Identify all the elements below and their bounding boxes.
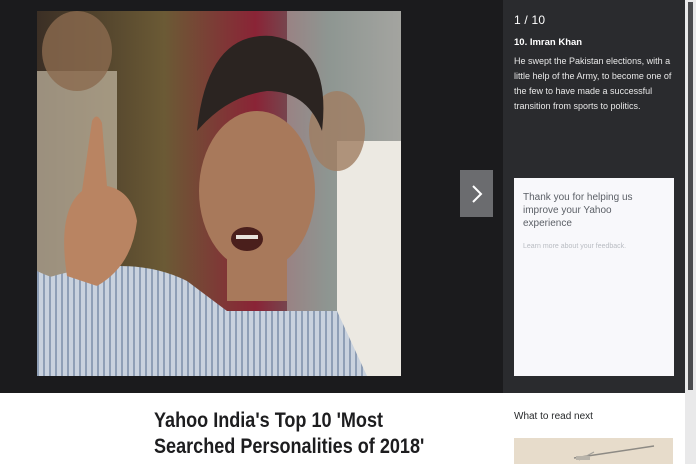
feedback-panel: Thank you for helping us improve your Ya… <box>514 178 674 376</box>
slide-description: He swept the Pakistan elections, with a … <box>514 56 672 111</box>
next-slide-button[interactable] <box>460 170 493 217</box>
slide-counter: 1 / 10 <box>514 13 546 27</box>
slide-photo <box>37 11 401 376</box>
read-next-heading: What to read next <box>514 411 593 422</box>
slide-photo-image <box>37 11 401 376</box>
slideshow-viewer: 1 / 10 10. Imran Khan He swept the Pakis… <box>0 0 696 393</box>
read-next-thumbnail[interactable] <box>514 438 673 464</box>
page-scrollbar[interactable] <box>685 0 696 464</box>
scrollbar-thumb[interactable] <box>688 2 693 390</box>
chevron-right-icon <box>471 184 482 203</box>
feedback-message: Thank you for helping us improve your Ya… <box>523 192 633 229</box>
article-headline: Yahoo India's Top 10 'Most Searched Pers… <box>154 409 425 458</box>
feedback-learn-more-link[interactable]: Learn more about your feedback. <box>523 243 626 250</box>
read-next-thumbnail-image <box>514 438 673 464</box>
slide-info-panel: 1 / 10 10. Imran Khan He swept the Pakis… <box>503 0 685 393</box>
slide-title: 10. Imran Khan <box>514 37 583 48</box>
